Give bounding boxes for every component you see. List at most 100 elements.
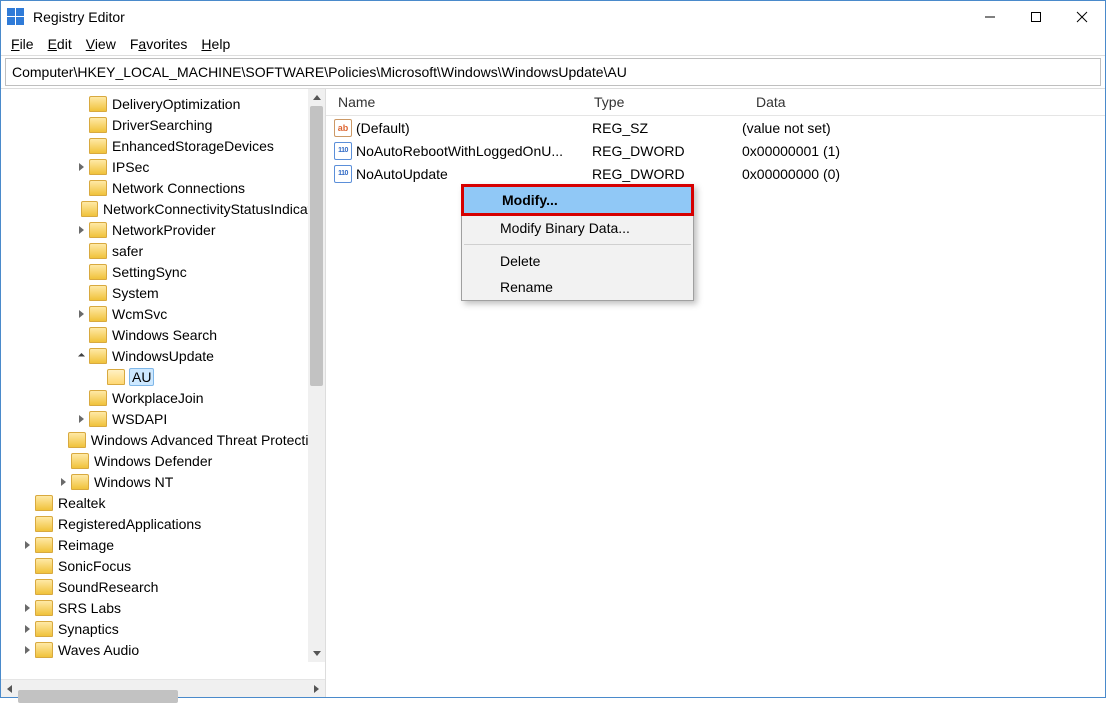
tree-item[interactable]: Windows Advanced Threat Protection: [1, 429, 325, 450]
col-name[interactable]: Name: [326, 94, 582, 110]
tree-item-label: DriverSearching: [111, 117, 213, 133]
tree-item-label: AU: [129, 368, 154, 386]
tree-item-label: Synaptics: [57, 621, 120, 637]
expand-icon[interactable]: [19, 601, 35, 615]
tree-item[interactable]: Realtek: [1, 492, 325, 513]
value-name: NoAutoUpdate: [356, 166, 448, 182]
value-name: (Default): [356, 120, 410, 136]
registry-editor-window: Registry Editor File Edit View Favorites…: [0, 0, 1106, 698]
scroll-right-button[interactable]: [308, 681, 325, 696]
folder-icon: [35, 642, 53, 658]
tree-item-label: NetworkProvider: [111, 222, 216, 238]
close-button[interactable]: [1059, 1, 1105, 33]
tree-item-label: SRS Labs: [57, 600, 122, 616]
maximize-button[interactable]: [1013, 1, 1059, 33]
menu-help[interactable]: Help: [195, 36, 236, 52]
ctx-modify-binary[interactable]: Modify Binary Data...: [462, 215, 693, 241]
ctx-delete[interactable]: Delete: [462, 248, 693, 274]
expand-icon[interactable]: [73, 160, 89, 174]
dword-value-icon: [334, 165, 352, 183]
tree-item-label: Windows NT: [93, 474, 174, 490]
tree-item-label: Windows Defender: [93, 453, 213, 469]
tree-item[interactable]: safer: [1, 240, 325, 261]
expand-icon[interactable]: [19, 643, 35, 657]
value-type: REG_SZ: [592, 120, 742, 136]
tree-vertical-scrollbar[interactable]: [308, 89, 325, 662]
tree-item-label: SonicFocus: [57, 558, 132, 574]
menu-file[interactable]: File: [5, 36, 40, 52]
registry-tree[interactable]: DeliveryOptimization DriverSearching Enhan…: [1, 89, 325, 660]
column-headers: Name Type Data: [326, 89, 1105, 116]
value-data: (value not set): [742, 120, 831, 136]
scroll-up-button[interactable]: [308, 89, 325, 106]
ctx-modify[interactable]: Modify...: [461, 184, 694, 216]
tree-item[interactable]: SonicFocus: [1, 555, 325, 576]
col-data[interactable]: Data: [744, 94, 1105, 110]
expand-icon[interactable]: [55, 475, 71, 489]
folder-icon: [89, 327, 107, 343]
expand-icon[interactable]: [73, 223, 89, 237]
scroll-down-button[interactable]: [308, 645, 325, 662]
folder-icon: [35, 516, 53, 532]
expand-icon[interactable]: [73, 307, 89, 321]
col-type[interactable]: Type: [582, 94, 744, 110]
tree-item[interactable]: Windows NT: [1, 471, 325, 492]
tree-item[interactable]: WSDAPI: [1, 408, 325, 429]
tree-item[interactable]: SoundResearch: [1, 576, 325, 597]
menu-edit[interactable]: Edit: [42, 36, 78, 52]
tree-item[interactable]: SRS Labs: [1, 597, 325, 618]
folder-icon: [89, 285, 107, 301]
ctx-separator: [464, 244, 691, 245]
string-value-icon: [334, 119, 352, 137]
tree-item[interactable]: NetworkConnectivityStatusIndicator: [1, 198, 325, 219]
hscroll-thumb[interactable]: [18, 690, 178, 703]
tree-item-label: WcmSvc: [111, 306, 168, 322]
tree-item[interactable]: System: [1, 282, 325, 303]
tree-item[interactable]: Synaptics: [1, 618, 325, 639]
expand-icon[interactable]: [19, 538, 35, 552]
folder-icon: [35, 558, 53, 574]
value-row[interactable]: NoAutoRebootWithLoggedOnU...REG_DWORD0x0…: [326, 139, 1105, 162]
tree-item[interactable]: AU: [1, 366, 325, 387]
tree-item-label: Reimage: [57, 537, 115, 553]
scroll-left-button[interactable]: [1, 681, 18, 696]
folder-icon: [89, 264, 107, 280]
folder-icon: [35, 537, 53, 553]
tree-item[interactable]: WorkplaceJoin: [1, 387, 325, 408]
ctx-rename[interactable]: Rename: [462, 274, 693, 300]
menu-favorites[interactable]: Favorites: [124, 36, 194, 52]
collapse-icon[interactable]: [73, 349, 89, 363]
folder-icon: [107, 369, 125, 385]
tree-item[interactable]: Windows Defender: [1, 450, 325, 471]
tree-item-label: SoundResearch: [57, 579, 159, 595]
tree-item-label: Waves Audio: [57, 642, 140, 658]
tree-item[interactable]: WcmSvc: [1, 303, 325, 324]
expand-icon[interactable]: [73, 412, 89, 426]
tree-item-label: Network Connections: [111, 180, 246, 196]
value-row[interactable]: NoAutoUpdateREG_DWORD0x00000000 (0): [326, 162, 1105, 185]
menu-view[interactable]: View: [80, 36, 122, 52]
titlebar: Registry Editor: [1, 1, 1105, 33]
tree-item[interactable]: EnhancedStorageDevices: [1, 135, 325, 156]
minimize-button[interactable]: [967, 1, 1013, 33]
folder-icon: [35, 579, 53, 595]
tree-item[interactable]: IPSec: [1, 156, 325, 177]
tree-item-label: Realtek: [57, 495, 106, 511]
value-data: 0x00000001 (1): [742, 143, 840, 159]
tree-item[interactable]: NetworkProvider: [1, 219, 325, 240]
tree-item[interactable]: SettingSync: [1, 261, 325, 282]
folder-icon: [81, 201, 98, 217]
expand-icon[interactable]: [19, 622, 35, 636]
tree-item[interactable]: DeliveryOptimization: [1, 93, 325, 114]
tree-item[interactable]: DriverSearching: [1, 114, 325, 135]
tree-item[interactable]: Windows Search: [1, 324, 325, 345]
tree-item[interactable]: WindowsUpdate: [1, 345, 325, 366]
address-bar[interactable]: Computer\HKEY_LOCAL_MACHINE\SOFTWARE\Pol…: [5, 58, 1101, 86]
tree-item[interactable]: Reimage: [1, 534, 325, 555]
value-row[interactable]: (Default) REG_SZ(value not set): [326, 116, 1105, 139]
tree-item[interactable]: Network Connections: [1, 177, 325, 198]
tree-item[interactable]: RegisteredApplications: [1, 513, 325, 534]
tree-item[interactable]: Waves Audio: [1, 639, 325, 660]
tree-horizontal-scrollbar[interactable]: [1, 679, 325, 697]
scroll-thumb[interactable]: [310, 106, 323, 386]
